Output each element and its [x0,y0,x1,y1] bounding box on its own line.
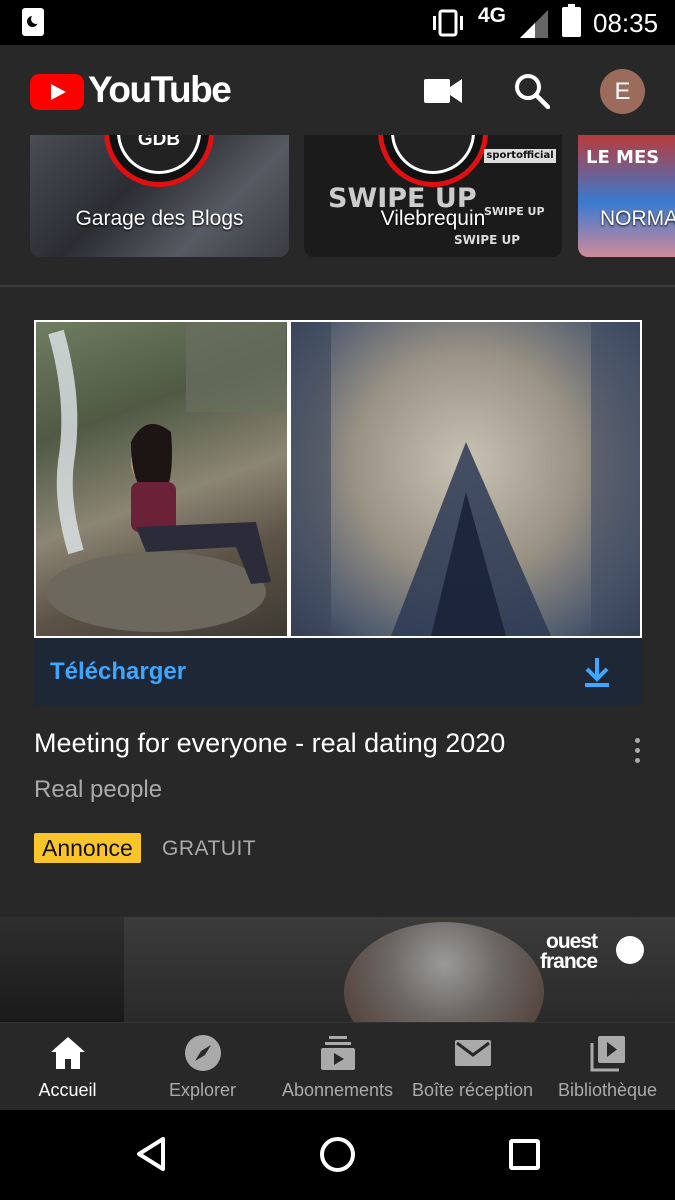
person-head [344,922,544,1022]
thumbnail-side-panel [0,917,124,1022]
nav-item-subscriptions[interactable]: Abonnements [270,1023,405,1111]
battery-icon [562,4,581,37]
story-label: NORMA [600,207,675,230]
ad-photo-city [291,322,640,636]
search-icon[interactable] [514,73,550,109]
library-icon [590,1036,625,1072]
signal-icon [520,10,548,38]
nav-label: Boîte réception [411,1080,534,1100]
nav-item-library[interactable]: Bibliothèque [540,1023,675,1111]
back-icon[interactable] [135,1136,167,1172]
download-icon [585,658,609,687]
swipe-up-text: SWIPE UP [454,233,521,247]
channel-avatar: GDB [104,135,214,187]
nav-label: Accueil [38,1080,97,1100]
nav-item-explore[interactable]: Explorer [135,1023,270,1111]
bottom-navigation: Accueil Explorer Abonnements Boîte récep… [0,1022,675,1110]
nav-item-home[interactable]: Accueil [0,1023,135,1111]
more-options-icon[interactable] [632,738,642,768]
do-not-disturb-icon [22,8,44,36]
ad-price: GRATUIT [162,837,257,860]
subscriptions-icon [320,1036,355,1070]
inbox-icon [454,1040,491,1066]
recent-apps-button[interactable] [509,1139,540,1170]
channel-tag: sportofficial [484,149,556,163]
video-camera-icon[interactable] [424,79,462,103]
home-button[interactable] [320,1137,355,1172]
nav-label: Bibliothèque [557,1080,658,1100]
ad-subtitle: Real people [34,776,163,803]
clock: 08:35 [593,8,659,38]
compass-icon [184,1035,221,1071]
nav-item-inbox[interactable]: Boîte réception [405,1023,540,1111]
story-card[interactable]: GDB Garage des Blogs [30,135,289,257]
vibrate-icon [433,9,463,37]
app-bar: YouTube E [0,45,675,135]
logo-text: YouTube [88,69,232,110]
story-label: Garage des Blogs [75,207,244,230]
city-scene [291,322,640,636]
nav-label: Explorer [168,1080,237,1100]
network-type: 4G [478,4,507,27]
ad-photo-woman [36,322,287,636]
story-card[interactable]: LE MES NORMA [578,135,675,257]
channel-avatar [378,135,488,187]
ad-title[interactable]: Meeting for everyone - real dating 2020 [34,728,505,759]
divider [0,285,675,287]
ad-thumbnail[interactable] [34,320,642,638]
download-label: Télécharger [50,658,187,685]
ouest-france-logo: ouest france [540,931,644,972]
story-label: Vilebrequin [380,207,486,230]
youtube-logo[interactable]: YouTube [30,69,232,112]
system-navigation-bar [0,1110,675,1200]
waterfall-scene [46,322,286,632]
ad-badge: Annonce [34,833,141,863]
download-cta[interactable]: Télécharger [34,638,642,706]
story-card[interactable]: sportofficial SWIPE UP SWIPE UP SWIPE UP… [304,135,562,257]
video-thumbnail[interactable]: ouest france [0,917,675,1022]
story-overlay-text: LE MES [586,147,660,168]
account-avatar[interactable]: E [600,69,645,114]
nav-label: Abonnements [281,1080,394,1100]
play-logo-icon [30,74,84,110]
stories-row: GDB Garage des Blogs sportofficial SWIPE… [0,135,675,285]
status-bar: 4G 08:35 [0,0,675,45]
channel-logo-text: GDB [137,135,181,150]
home-icon [50,1037,85,1069]
